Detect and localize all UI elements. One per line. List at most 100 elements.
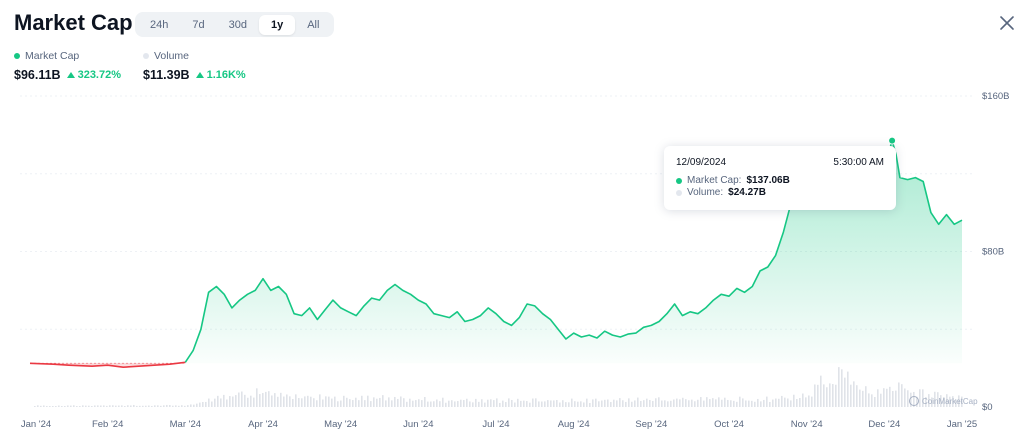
volume-bar bbox=[451, 400, 453, 407]
volume-bar bbox=[67, 405, 69, 407]
volume-bar bbox=[142, 405, 144, 407]
volume-bar bbox=[391, 400, 393, 407]
x-tick-label: Jun '24 bbox=[403, 419, 433, 430]
volume-bar bbox=[436, 399, 438, 407]
volume-bar bbox=[379, 397, 381, 407]
volume-bar bbox=[748, 400, 750, 407]
volume-bar bbox=[622, 400, 624, 407]
market-cap-chart[interactable]: $0 $80B $160B Jan '24 Feb '24 Mar '24 Apr '24 M… bbox=[0, 0, 1024, 440]
volume-bar bbox=[880, 393, 882, 407]
volume-bar bbox=[295, 394, 297, 407]
volume-bar bbox=[529, 402, 531, 407]
volume-bar bbox=[712, 398, 714, 407]
volume-bar bbox=[187, 405, 189, 407]
volume-bar bbox=[583, 402, 585, 407]
volume-bar bbox=[688, 400, 690, 407]
volume-bar bbox=[175, 405, 177, 407]
volume-bar bbox=[445, 402, 447, 407]
volume-bar bbox=[523, 400, 525, 407]
volume-bar bbox=[772, 399, 774, 407]
volume-bar bbox=[40, 405, 42, 407]
volume-bar bbox=[196, 403, 198, 407]
volume-bar bbox=[904, 388, 906, 407]
volume-bar bbox=[808, 395, 810, 407]
volume-bar bbox=[79, 406, 81, 407]
volume-bar bbox=[841, 369, 843, 407]
volume-bar bbox=[526, 401, 528, 407]
volume-bar bbox=[229, 396, 231, 407]
volume-bar bbox=[76, 406, 78, 407]
volume-bar bbox=[184, 405, 186, 407]
volume-bar bbox=[319, 394, 321, 407]
volume-bar bbox=[352, 400, 354, 407]
volume-bar bbox=[499, 402, 501, 407]
volume-bar bbox=[868, 393, 870, 407]
volume-bar bbox=[439, 401, 441, 407]
volume-bar bbox=[787, 398, 789, 407]
volume-bar bbox=[460, 399, 462, 407]
volume-bar bbox=[670, 400, 672, 407]
volume-bar bbox=[463, 400, 465, 407]
volume-bar bbox=[871, 394, 873, 407]
tooltip-market-cap-row: Market Cap: $137.06B bbox=[676, 175, 790, 186]
volume-bar bbox=[226, 399, 228, 407]
volume-bar bbox=[301, 398, 303, 407]
volume-bar bbox=[373, 397, 375, 407]
volume-bar bbox=[535, 398, 537, 407]
volume-bar bbox=[469, 401, 471, 407]
tooltip-volume-value: $24.27B bbox=[728, 187, 766, 198]
volume-bar bbox=[886, 388, 888, 407]
volume-bar bbox=[853, 381, 855, 407]
volume-bar bbox=[637, 397, 639, 407]
volume-bar bbox=[604, 399, 606, 407]
volume-bar bbox=[181, 405, 183, 407]
volume-bar bbox=[415, 400, 417, 407]
volume-bar bbox=[838, 367, 840, 407]
volume-bar bbox=[136, 405, 138, 407]
volume-bar bbox=[355, 397, 357, 407]
volume-bar bbox=[52, 406, 54, 407]
volume-bar bbox=[538, 401, 540, 407]
volume-bar bbox=[166, 404, 168, 407]
volume-bar bbox=[595, 398, 597, 407]
volume-bar bbox=[736, 401, 738, 407]
volume-bar bbox=[571, 398, 573, 407]
volume-bar bbox=[661, 400, 663, 407]
volume-bar bbox=[793, 394, 795, 407]
volume-bar bbox=[403, 398, 405, 407]
x-tick-label: Mar '24 bbox=[170, 419, 201, 430]
volume-bar bbox=[589, 403, 591, 407]
volume-bar bbox=[199, 402, 201, 407]
volume-bar bbox=[310, 396, 312, 407]
volume-bar bbox=[205, 401, 207, 407]
volume-bar bbox=[448, 400, 450, 407]
volume-bar bbox=[277, 396, 279, 407]
volume-bar bbox=[241, 391, 243, 407]
volume-bar bbox=[424, 396, 426, 407]
volume-bar bbox=[664, 400, 666, 407]
volume-bar bbox=[643, 400, 645, 407]
volume-bar bbox=[865, 386, 867, 407]
volume-bar bbox=[745, 400, 747, 407]
volume-bar bbox=[718, 397, 720, 407]
volume-bar bbox=[769, 402, 771, 407]
volume-bar bbox=[580, 401, 582, 407]
volume-bar bbox=[343, 395, 345, 407]
volume-bar bbox=[547, 400, 549, 407]
volume-bar bbox=[601, 400, 603, 407]
volume-bar bbox=[691, 399, 693, 407]
x-tick-label: Sep '24 bbox=[635, 419, 667, 430]
volume-bar bbox=[634, 400, 636, 407]
watermark-text: CoinMarketCap bbox=[922, 397, 978, 406]
volume-bar bbox=[163, 405, 165, 407]
volume-bar bbox=[502, 400, 504, 407]
volume-bar bbox=[631, 401, 633, 407]
volume-bar bbox=[541, 401, 543, 407]
volume-bar bbox=[640, 400, 642, 407]
volume-bar bbox=[766, 396, 768, 407]
volume-bar bbox=[883, 388, 885, 407]
volume-bar bbox=[679, 399, 681, 407]
volume-bar bbox=[850, 384, 852, 407]
volume-bar bbox=[115, 405, 117, 407]
x-tick-label: Jan '24 bbox=[21, 419, 51, 430]
